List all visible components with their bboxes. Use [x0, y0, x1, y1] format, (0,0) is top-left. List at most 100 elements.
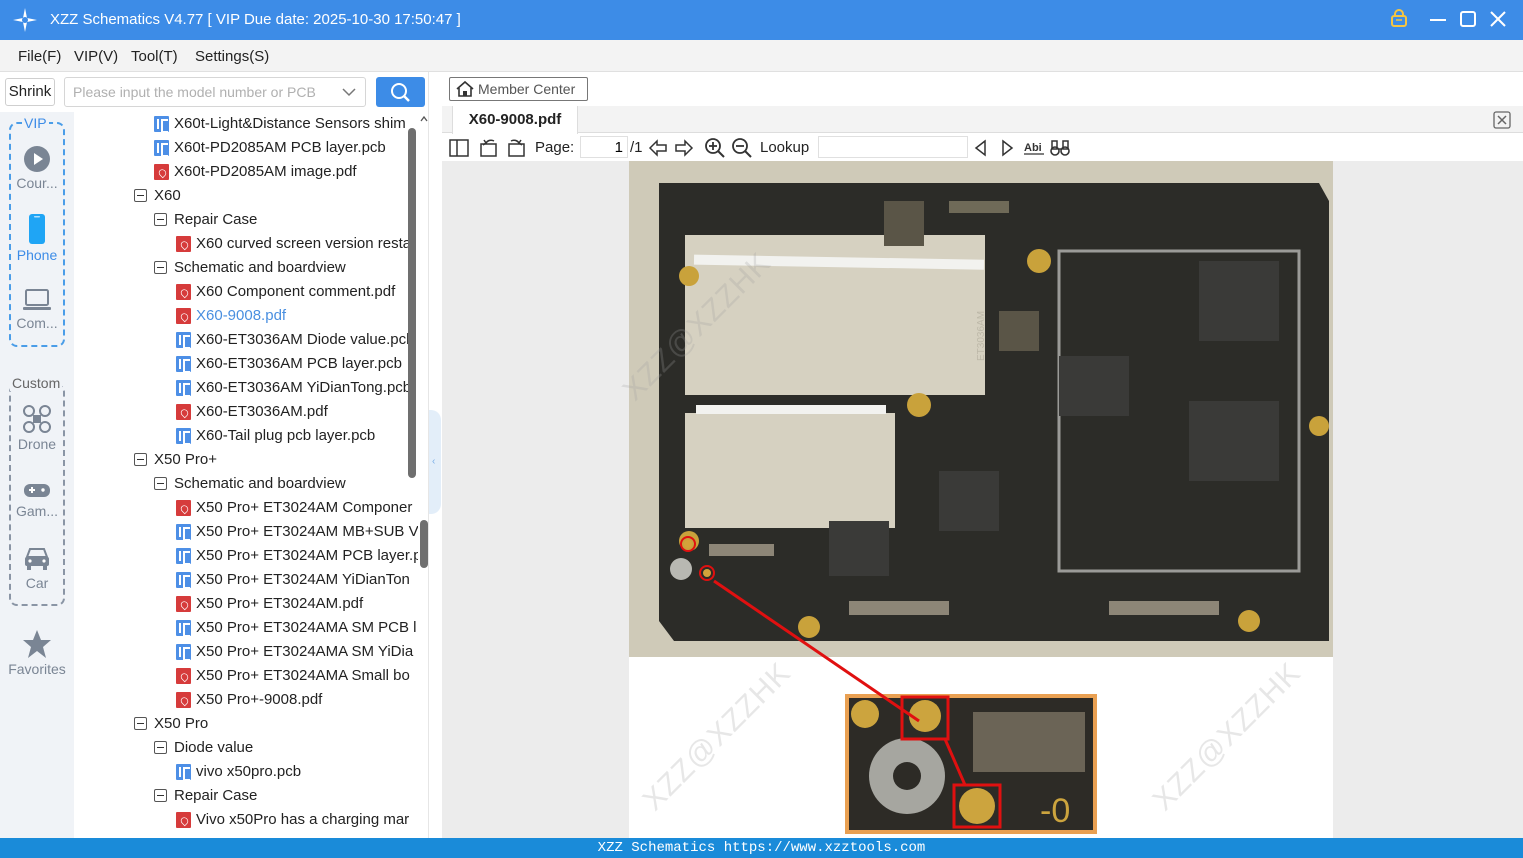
- tree-item-label: Vivo x50Pro has a charging mar: [196, 811, 410, 828]
- collapse-toggle-icon[interactable]: [154, 477, 167, 490]
- board-silk-label: ET3036AM: [976, 311, 987, 361]
- pcb-file-icon: [176, 428, 191, 445]
- match-case-icon[interactable]: Abi: [1023, 137, 1045, 159]
- title-bar: XZZ Schematics V4.77 [ VIP Due date: 202…: [0, 0, 1523, 40]
- tree-item-label: X50 Pro+ ET3024AM Componer: [196, 499, 413, 516]
- next-page-icon[interactable]: [673, 137, 695, 159]
- close-tab-icon[interactable]: [1493, 111, 1511, 129]
- motherboard-photo: ET3036AM: [629, 161, 1333, 657]
- find-previous-icon[interactable]: [970, 137, 992, 159]
- collapse-toggle-icon[interactable]: [134, 717, 147, 730]
- category-rail: VIP Cour... Phone Com... Custom Drone Ga…: [0, 112, 74, 838]
- lock-icon[interactable]: [1388, 8, 1410, 30]
- tree-item-label: X50 Pro+ ET3024AMA Small bo: [196, 667, 410, 684]
- gamepad-icon: [24, 484, 50, 497]
- menu-file[interactable]: File(F): [18, 48, 61, 65]
- tree-item-label: X60 Component comment.pdf: [196, 283, 396, 300]
- collapse-toggle-icon[interactable]: [154, 261, 167, 274]
- collapse-toggle-icon[interactable]: [134, 189, 147, 202]
- rail-item-favorites[interactable]: Favorites: [0, 629, 74, 677]
- member-center-button[interactable]: Member Center: [449, 77, 588, 101]
- rail-item-courses[interactable]: Cour...: [0, 145, 74, 191]
- binoculars-icon[interactable]: [1049, 137, 1071, 159]
- tree-item-label: X60t-PD2085AM image.pdf: [174, 163, 357, 180]
- pcb-file-icon: [154, 140, 169, 157]
- collapse-toggle-icon[interactable]: [134, 453, 147, 466]
- collapse-toggle-icon[interactable]: [154, 789, 167, 802]
- scroll-up-icon[interactable]: [420, 114, 428, 124]
- laptop-icon: [23, 289, 51, 310]
- pdf-file-icon: [176, 692, 191, 708]
- pdf-file-icon: [176, 308, 191, 324]
- play-icon: [24, 146, 50, 172]
- pdf-file-icon: [176, 500, 191, 516]
- rotate-right-icon[interactable]: [505, 137, 527, 159]
- home-icon: [456, 80, 474, 97]
- custom-group-title: Custom: [10, 375, 63, 391]
- tree-item-label: vivo x50pro.pcb: [196, 763, 302, 780]
- app-window: XZZ Schematics V4.77 [ VIP Due date: 202…: [0, 0, 1523, 858]
- tree-scrollbar-track[interactable]: [418, 112, 428, 838]
- pdf-file-icon: [176, 596, 191, 612]
- model-search-combo[interactable]: [64, 77, 366, 107]
- lookup-input[interactable]: [818, 136, 968, 158]
- tree-scrollbar-thumb-secondary[interactable]: [420, 520, 428, 568]
- tree-item-label: Schematic and boardview: [174, 475, 346, 492]
- rail-item-game[interactable]: Gam...: [0, 479, 74, 519]
- menu-tool[interactable]: Tool(T): [131, 48, 178, 65]
- window-title: XZZ Schematics V4.77 [ VIP Due date: 202…: [50, 11, 461, 28]
- rail-item-phone[interactable]: Phone: [0, 213, 74, 263]
- lookup-label: Lookup: [760, 139, 810, 156]
- rotate-left-icon[interactable]: [478, 137, 500, 159]
- rail-item-computer[interactable]: Com...: [0, 287, 74, 331]
- previous-page-icon[interactable]: [647, 137, 669, 159]
- tree-item-label: X60-9008.pdf: [196, 307, 287, 324]
- zoomed-detail-photo: -0: [845, 694, 1097, 834]
- menu-settings[interactable]: Settings(S): [195, 48, 269, 65]
- pcb-file-icon: [176, 548, 191, 565]
- find-next-icon[interactable]: [996, 137, 1018, 159]
- tree-item-label: X60-Tail plug pcb layer.pcb: [196, 427, 376, 444]
- tree-item-label: X60t-Light&Distance Sensors shim: [174, 115, 406, 132]
- pcb-file-icon: [176, 356, 191, 373]
- collapse-toggle-icon[interactable]: [154, 741, 167, 754]
- status-bar: XZZ Schematics https://www.xzztools.com: [0, 838, 1523, 858]
- phone-icon: [29, 214, 45, 244]
- tree-item-label: Diode value: [174, 739, 254, 756]
- pcb-file-icon: [176, 524, 191, 541]
- chevron-down-icon[interactable]: [342, 86, 356, 98]
- collapse-toggle-icon[interactable]: [154, 213, 167, 226]
- sidebar-toggle-icon[interactable]: [448, 137, 470, 159]
- tree-scrollbar-thumb[interactable]: [408, 128, 416, 478]
- maximize-button[interactable]: [1457, 8, 1479, 30]
- tree-item-label: X60: [154, 187, 181, 204]
- pcb-file-icon: [176, 644, 191, 661]
- tree-item-label: X50 Pro+ ET3024AM.pdf: [196, 595, 364, 612]
- zoom-out-icon[interactable]: [731, 137, 753, 159]
- app-logo-icon: [13, 8, 37, 32]
- page-number-input[interactable]: [580, 136, 628, 158]
- page-total: /1: [630, 139, 643, 156]
- close-button[interactable]: [1487, 8, 1509, 30]
- drone-icon: [23, 405, 51, 433]
- search-input[interactable]: [73, 82, 338, 102]
- zoom-in-icon[interactable]: [704, 137, 726, 159]
- tree-item-label: X50 Pro: [154, 715, 209, 732]
- minimize-button[interactable]: [1427, 8, 1449, 30]
- pdf-file-icon: [176, 284, 191, 300]
- tree-item-label: X60t-PD2085AM PCB layer.pcb: [174, 139, 386, 156]
- shrink-button[interactable]: Shrink: [5, 78, 55, 106]
- rail-item-car[interactable]: Car: [0, 545, 74, 591]
- tree-item-label: X50 Pro+ ET3024AMA SM PCB l: [196, 619, 417, 636]
- search-button[interactable]: [376, 77, 425, 107]
- tree-item-label: X50 Pro+-9008.pdf: [196, 691, 323, 708]
- rail-item-drone[interactable]: Drone: [0, 404, 74, 452]
- tab-x60-9008[interactable]: X60-9008.pdf: [452, 106, 578, 134]
- pdf-file-icon: [176, 404, 191, 420]
- pcb-file-icon: [176, 764, 191, 781]
- star-icon: [23, 630, 51, 658]
- tree-item-label: Schematic and boardview: [174, 259, 346, 276]
- menu-vip[interactable]: VIP(V): [74, 48, 118, 65]
- pcb-file-icon: [176, 572, 191, 589]
- tree-item-label: X50 Pro+ ET3024AM PCB layer.p: [196, 547, 418, 564]
